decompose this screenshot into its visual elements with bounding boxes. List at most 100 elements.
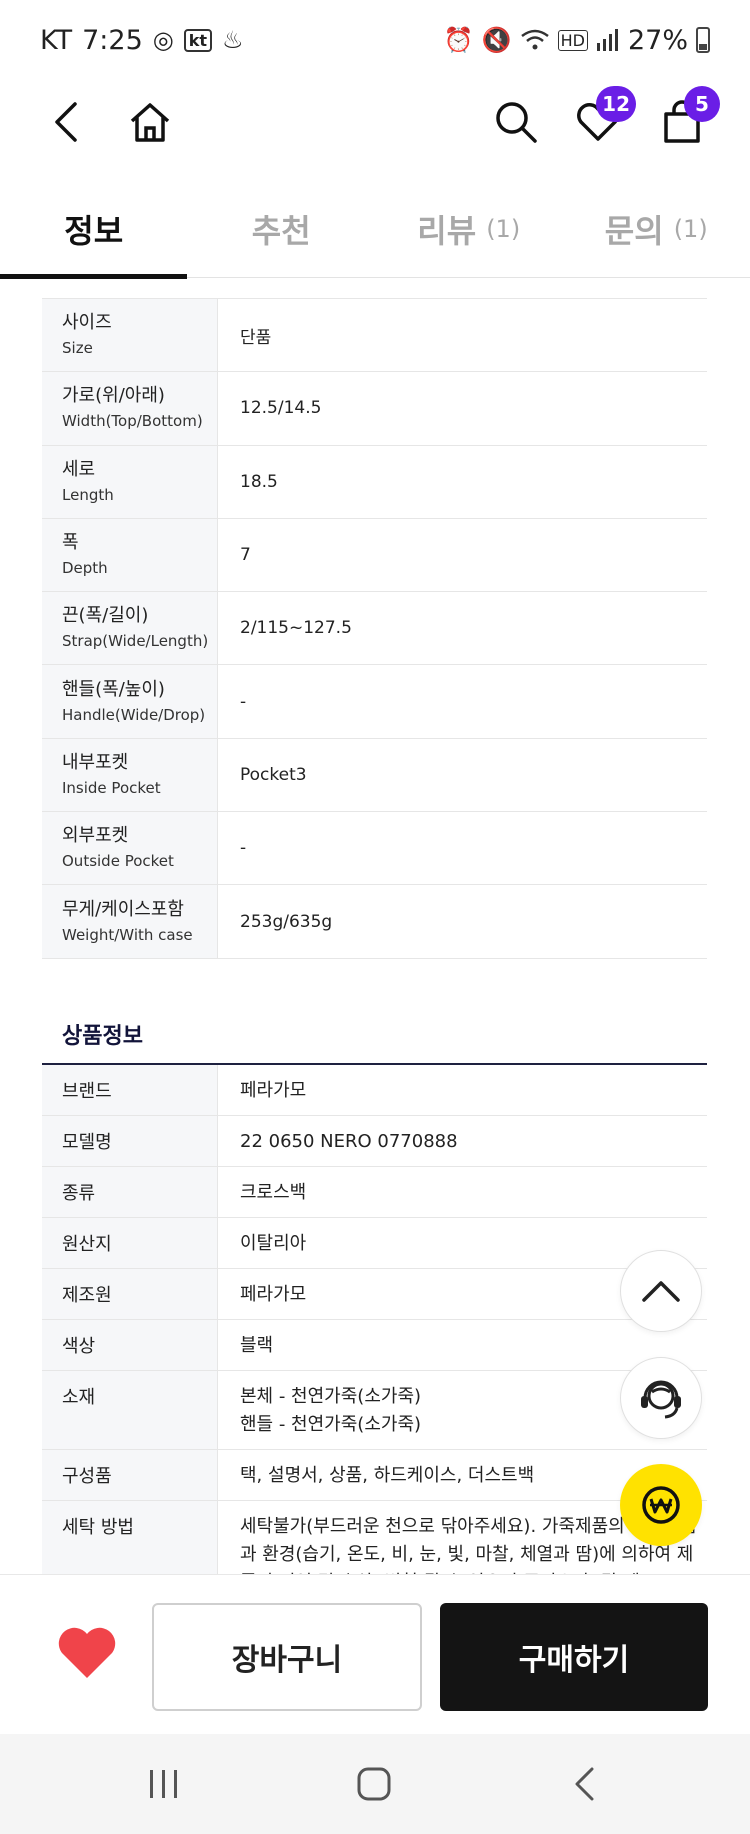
- tab-label: 정보: [64, 211, 124, 250]
- spec-label-en: Size: [62, 339, 93, 358]
- spec-header-cell: 끈(폭/길이) Strap(Wide/Length): [42, 592, 218, 665]
- heart-filled-icon: [58, 1627, 116, 1678]
- tab-review[interactable]: 리뷰 (1): [375, 180, 563, 277]
- spec-label-en: Weight/With case: [62, 925, 193, 944]
- recent-apps-button[interactable]: [134, 1758, 194, 1810]
- table-row: 가로(위/아래) Width(Top/Bottom) 12.5/14.5: [42, 372, 707, 446]
- table-row: 브랜드 페라가모: [42, 1065, 707, 1116]
- table-row: 구성품 택, 설명서, 상품, 하드케이스, 더스트백: [42, 1450, 707, 1501]
- info-label: 소재: [42, 1371, 218, 1449]
- signal-icon: [596, 29, 618, 51]
- back-button[interactable]: [38, 94, 94, 150]
- notification-app-icon: ♨: [222, 26, 244, 54]
- table-row: 제조원 페라가모: [42, 1269, 707, 1320]
- cart-count-badge: 5: [684, 86, 720, 122]
- table-row: 색상 블랙: [42, 1320, 707, 1371]
- info-label: 브랜드: [42, 1065, 218, 1115]
- tab-info[interactable]: 정보: [0, 180, 188, 279]
- back-chevron-icon: [575, 1767, 594, 1801]
- buy-now-button[interactable]: 구매하기: [440, 1603, 708, 1711]
- wifi-icon: [520, 29, 549, 50]
- table-row: 폭 Depth 7: [42, 518, 707, 593]
- spec-label-ko: 무게/케이스포함: [62, 898, 184, 920]
- info-value: 페라가모: [240, 1080, 307, 1101]
- app-header: 12 5: [0, 80, 750, 160]
- spec-value: 12.5/14.5: [240, 398, 322, 419]
- chevron-up-icon: [642, 1281, 680, 1302]
- product-info-table: 브랜드 페라가모 모델명 22 0650 NERO 0770888 종류 크로스백 원…: [42, 1063, 707, 1599]
- spec-label-en: Width(Top/Bottom): [62, 412, 203, 431]
- tab-label: 리뷰: [417, 211, 477, 250]
- table-row: 원산지 이탈리아: [42, 1218, 707, 1269]
- table-row: 사이즈 Size 단품: [42, 299, 707, 373]
- table-row: 핸들(폭/높이) Handle(Wide/Drop) -: [42, 665, 707, 739]
- info-label: 제조원: [42, 1269, 218, 1319]
- system-back-button[interactable]: [554, 1758, 614, 1810]
- info-value: 크로스백: [240, 1182, 307, 1203]
- clock: 7:25: [82, 24, 143, 56]
- info-label: 종류: [42, 1167, 218, 1217]
- wishlist-button[interactable]: 12: [570, 86, 636, 150]
- home-icon: [130, 103, 170, 142]
- table-row: 무게/케이스포함 Weight/With case 253g/635g: [42, 885, 707, 959]
- headset-agent-icon: [641, 1380, 681, 1419]
- spec-label-ko: 가로(위/아래): [62, 385, 165, 407]
- home-button[interactable]: [122, 94, 178, 150]
- spec-label-en: Depth: [62, 559, 108, 578]
- table-row: 종류 크로스백: [42, 1167, 707, 1218]
- spec-label-en: Length: [62, 485, 114, 504]
- spec-header-cell: 가로(위/아래) Width(Top/Bottom): [42, 372, 218, 445]
- info-label: 색상: [42, 1320, 218, 1370]
- spec-header-cell: 폭 Depth: [42, 518, 218, 592]
- spec-label-ko: 사이즈: [62, 312, 112, 334]
- table-row: 외부포켓 Outside Pocket -: [42, 812, 707, 886]
- product-tabs: 정보 추천 리뷰 (1) 문의 (1): [0, 180, 750, 279]
- spec-header-cell: 핸들(폭/높이) Handle(Wide/Drop): [42, 665, 218, 738]
- spec-value: -: [240, 838, 247, 859]
- add-to-cart-button[interactable]: 장바구니: [152, 1603, 422, 1711]
- tab-recommend[interactable]: 추천: [188, 180, 376, 277]
- table-row: 소재 본체 - 천연가죽(소가죽) 핸들 - 천연가죽(소가죽): [42, 1371, 707, 1450]
- spec-label-en: Strap(Wide/Length): [62, 632, 209, 651]
- spec-label-ko: 내부포켓: [62, 751, 129, 773]
- home-square-icon: [357, 1767, 391, 1801]
- spec-value: Pocket3: [240, 764, 307, 785]
- like-button[interactable]: [56, 1625, 118, 1681]
- customer-support-button[interactable]: [620, 1357, 702, 1439]
- spec-header-cell: 무게/케이스포함 Weight/With case: [42, 885, 218, 958]
- spec-value: -: [240, 691, 247, 712]
- spec-label-ko: 끈(폭/길이): [62, 605, 149, 627]
- spec-header-cell: 세로 Length: [42, 445, 218, 518]
- spec-value: 253g/635g: [240, 911, 333, 932]
- spec-value: 단품: [240, 327, 272, 348]
- wishlist-count-badge: 12: [596, 86, 636, 122]
- tab-inquiry[interactable]: 문의 (1): [563, 180, 750, 277]
- spec-value: 18.5: [240, 471, 278, 492]
- battery-icon: [696, 27, 710, 53]
- system-home-button[interactable]: [344, 1758, 404, 1810]
- spec-label-ko: 외부포켓: [62, 825, 129, 847]
- alarm-icon: ⏰: [443, 26, 474, 54]
- info-value: 블랙: [240, 1335, 274, 1356]
- spec-value: 7: [240, 545, 251, 566]
- status-right: ⏰ 🔇 HD 27%: [444, 25, 710, 56]
- info-value: 22 0650 NERO 0770888: [240, 1131, 458, 1152]
- table-row: 끈(폭/길이) Strap(Wide/Length) 2/115~127.5: [42, 592, 707, 666]
- search-icon: [496, 102, 537, 143]
- tab-count: (1): [673, 214, 708, 243]
- tab-count: (1): [486, 214, 521, 243]
- system-navigation-bar: [0, 1734, 750, 1834]
- spec-label-ko: 폭: [62, 532, 79, 554]
- back-arrow-icon: [55, 102, 77, 142]
- scroll-top-button[interactable]: [620, 1250, 702, 1332]
- recent-apps-icon: [150, 1770, 177, 1798]
- spec-header-cell: 외부포켓 Outside Pocket: [42, 812, 218, 885]
- cart-button[interactable]: 5: [654, 86, 720, 150]
- status-left: KT 7:25 ◎ kt ♨: [40, 25, 244, 56]
- spec-header-cell: 사이즈 Size: [42, 299, 218, 372]
- purchase-bar: 장바구니 구매하기: [0, 1574, 750, 1734]
- search-button[interactable]: [488, 94, 544, 150]
- table-row: 세로 Length 18.5: [42, 445, 707, 519]
- kt-app-icon: kt: [183, 28, 212, 52]
- pay-button[interactable]: [620, 1464, 702, 1546]
